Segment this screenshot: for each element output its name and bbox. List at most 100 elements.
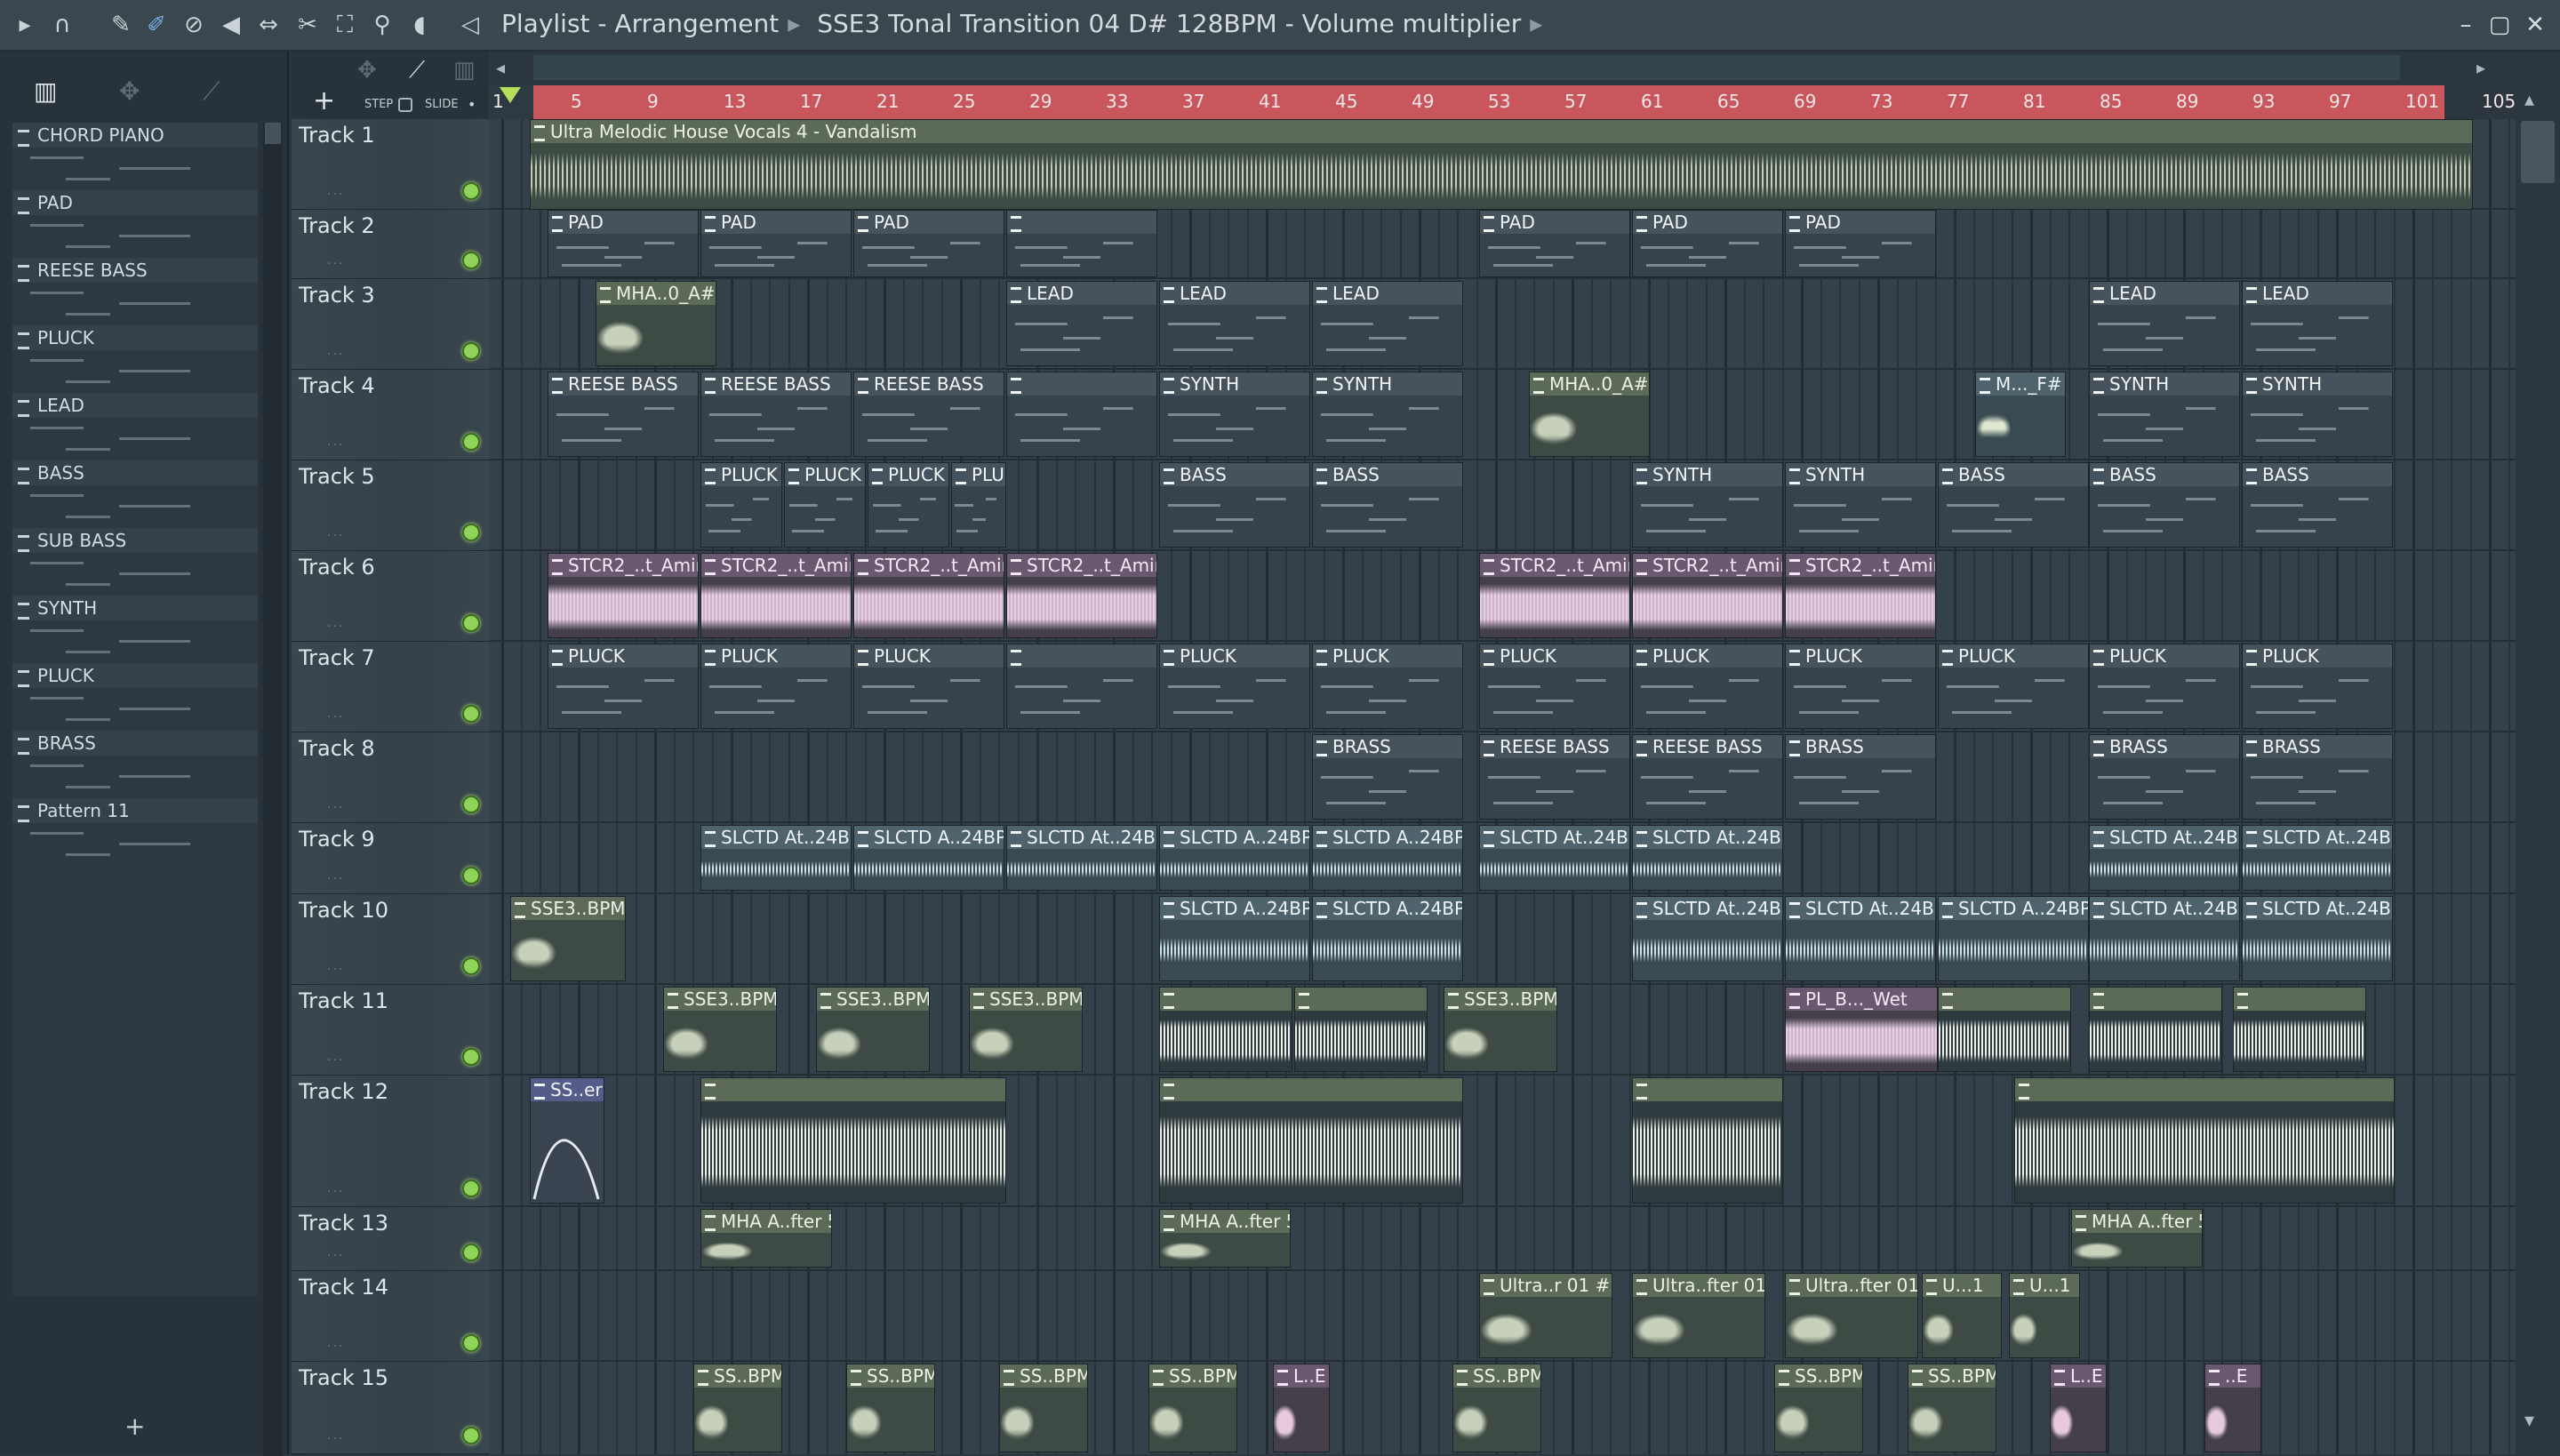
audio-clip[interactable]: SSE3..BPM	[1444, 987, 1557, 1072]
audio-clip[interactable]: MHA..0_A#	[596, 281, 716, 366]
audio-clip[interactable]: SLCTD At..24BPM	[1006, 825, 1157, 891]
track-header[interactable]: Track 12 ···	[292, 1076, 489, 1207]
audio-clip[interactable]: SSE3..BPM	[510, 896, 626, 981]
audio-clip[interactable]	[1159, 987, 1292, 1072]
vertical-scrollbar[interactable]: ▴ ▾	[2516, 85, 2560, 1454]
playlist-grid[interactable]: Ultra Melodic House Vocals 4 - Vandalism…	[489, 119, 2516, 1454]
pattern-clip[interactable]: PLUCK	[2242, 644, 2393, 729]
audio-clip[interactable]: STCR2_..t_Amin	[1785, 553, 1936, 638]
track-enable-button[interactable]	[462, 614, 480, 632]
pattern-clip[interactable]: PLUCK	[2089, 644, 2240, 729]
audio-clip[interactable]: ..E	[2204, 1364, 2261, 1452]
pattern-item[interactable]: LEAD	[12, 393, 258, 460]
pencil-icon[interactable]: ✎	[103, 7, 139, 43]
menu-arrow-icon[interactable]: ▸	[7, 7, 43, 43]
track-header[interactable]: Track 10 ···	[292, 894, 489, 985]
pattern-clip[interactable]: SYNTH	[1312, 372, 1463, 457]
audio-clip[interactable]	[2233, 987, 2366, 1072]
audio-clip[interactable]: SLCTD At..24BPM	[1632, 896, 1783, 981]
pattern-clip[interactable]: SYNTH	[2242, 372, 2393, 457]
pattern-clip[interactable]: REESE BASS	[548, 372, 699, 457]
audio-clip[interactable]: SS..BPM	[1908, 1364, 1996, 1452]
step-toggle[interactable]	[398, 98, 412, 112]
track-header[interactable]: Track 3 ···	[292, 279, 489, 370]
track-header[interactable]: Track 2 ···	[292, 210, 489, 279]
pattern-clip[interactable]: BASS	[1159, 462, 1310, 548]
breadcrumb-item[interactable]: Playlist - Arrangement	[501, 9, 779, 38]
audio-clip[interactable]: SLCTD A..24BPM	[1938, 896, 2089, 981]
audio-clip[interactable]	[1159, 1077, 1463, 1204]
overview-thumb[interactable]	[533, 55, 2400, 80]
track-enable-button[interactable]	[462, 182, 480, 200]
audio-clip[interactable]: U...1	[1922, 1273, 2002, 1358]
vertical-scroll-thumb[interactable]	[2521, 121, 2555, 183]
audio-clip[interactable]: SLCTD At..24BPM	[2089, 825, 2240, 891]
pattern-clip[interactable]: PLUCK	[1159, 644, 1310, 729]
pattern-clip[interactable]: SYNTH	[1159, 372, 1310, 457]
horizontal-overview-scrollbar[interactable]: ◂ ▸	[489, 52, 2485, 84]
audio-clip[interactable]: Ultra Melodic House Vocals 4 - Vandalism	[530, 119, 2473, 210]
audio-clip[interactable]	[1294, 987, 1428, 1072]
pattern-clip[interactable]	[1006, 372, 1157, 457]
track-enable-button[interactable]	[462, 1334, 480, 1352]
pattern-item[interactable]: BRASS	[12, 731, 258, 798]
audio-clip[interactable]: SSE3..BPM	[663, 987, 777, 1072]
paint-brush-icon[interactable]: ✐	[139, 7, 174, 43]
track-enable-button[interactable]	[462, 1427, 480, 1444]
speaker-icon[interactable]: ◁	[457, 7, 484, 43]
slice-icon[interactable]: ✂	[290, 7, 325, 43]
audio-clip[interactable]: STCR2_..t_Amin	[1479, 553, 1630, 638]
track-header[interactable]: Track 13 ···	[292, 1207, 489, 1271]
audio-clip[interactable]: SS..BPM	[1452, 1364, 1541, 1452]
audio-clip[interactable]: MHA A..fter 5	[700, 1209, 832, 1268]
pattern-item[interactable]: REESE BASS	[12, 258, 258, 325]
track-enable-button[interactable]	[462, 433, 480, 451]
pattern-clip[interactable]: LEAD	[1006, 281, 1157, 366]
automation-clip-icon[interactable]: ⟋	[409, 57, 425, 84]
track-enable-button[interactable]	[462, 342, 480, 360]
pattern-item[interactable]: PAD	[12, 190, 258, 258]
pattern-clip-icon[interactable]: ▥	[453, 57, 476, 84]
track-header[interactable]: Track 14 ···	[292, 1271, 489, 1362]
audio-clip[interactable]: U...1	[2009, 1273, 2080, 1358]
track-header[interactable]: Track 15 ···	[292, 1362, 489, 1454]
pattern-clip[interactable]: LEAD	[2242, 281, 2393, 366]
pattern-clip[interactable]: BRASS	[2089, 734, 2240, 820]
add-track-button[interactable]: +	[313, 85, 335, 116]
pattern-clip[interactable]: BRASS	[1785, 734, 1936, 820]
track-header[interactable]: Track 11 ···	[292, 985, 489, 1076]
pattern-clip[interactable]: PLUCK	[700, 462, 782, 548]
scroll-up-icon[interactable]: ▴	[2524, 89, 2534, 111]
track-enable-button[interactable]	[462, 1048, 480, 1066]
audio-clip[interactable]: SSE3..BPM	[969, 987, 1083, 1072]
audio-clip[interactable]: Ultra..fter 01	[1632, 1273, 1765, 1358]
audio-clip[interactable]: SLCTD A..24BPM	[1312, 825, 1463, 891]
audio-clip[interactable]: MHA..0_A#	[1529, 372, 1650, 457]
audio-clip[interactable]: SS..BPM	[1774, 1364, 1863, 1452]
select-icon[interactable]: ⛶	[327, 7, 363, 43]
pattern-item[interactable]: PLUCK	[12, 663, 258, 731]
audio-clip[interactable]: SS..BPM	[1148, 1364, 1237, 1452]
pattern-clip[interactable]: PLUCK	[548, 644, 699, 729]
scroll-left-icon[interactable]: ◂	[496, 57, 505, 78]
pattern-clip[interactable]: PAD	[1632, 210, 1783, 277]
audio-clip[interactable]: Ultra..fter 01	[1785, 1273, 1918, 1358]
audio-clip[interactable]: SS..BPM	[999, 1364, 1088, 1452]
pattern-clip[interactable]: PLUCK	[784, 462, 866, 548]
pattern-clip[interactable]: PLUCK	[853, 644, 1004, 729]
automation-clip[interactable]: SS..er	[530, 1077, 604, 1204]
track-enable-button[interactable]	[462, 957, 480, 975]
pattern-clip[interactable]: PLUCK	[700, 644, 852, 729]
audio-clip[interactable]: L..E	[2050, 1364, 2107, 1452]
audio-clip[interactable]: SLCTD A..24BPM	[1159, 896, 1310, 981]
pattern-clip[interactable]: LEAD	[1312, 281, 1463, 366]
audio-clip[interactable]: SLCTD At..24BPM	[2242, 896, 2393, 981]
track-header[interactable]: Track 4 ···	[292, 370, 489, 460]
pattern-item[interactable]: BASS	[12, 460, 258, 528]
audio-clip[interactable]: Ultra..r 01 #2	[1479, 1273, 1612, 1358]
pattern-clip[interactable]	[1006, 210, 1157, 277]
audio-clip[interactable]: SLCTD A..24BPM	[1312, 896, 1463, 981]
close-button[interactable]: ✕	[2516, 7, 2555, 43]
audio-clip[interactable]: MHA A..fter 5	[1159, 1209, 1291, 1268]
audio-clip[interactable]: STCR2_..t_Amin	[1632, 553, 1783, 638]
